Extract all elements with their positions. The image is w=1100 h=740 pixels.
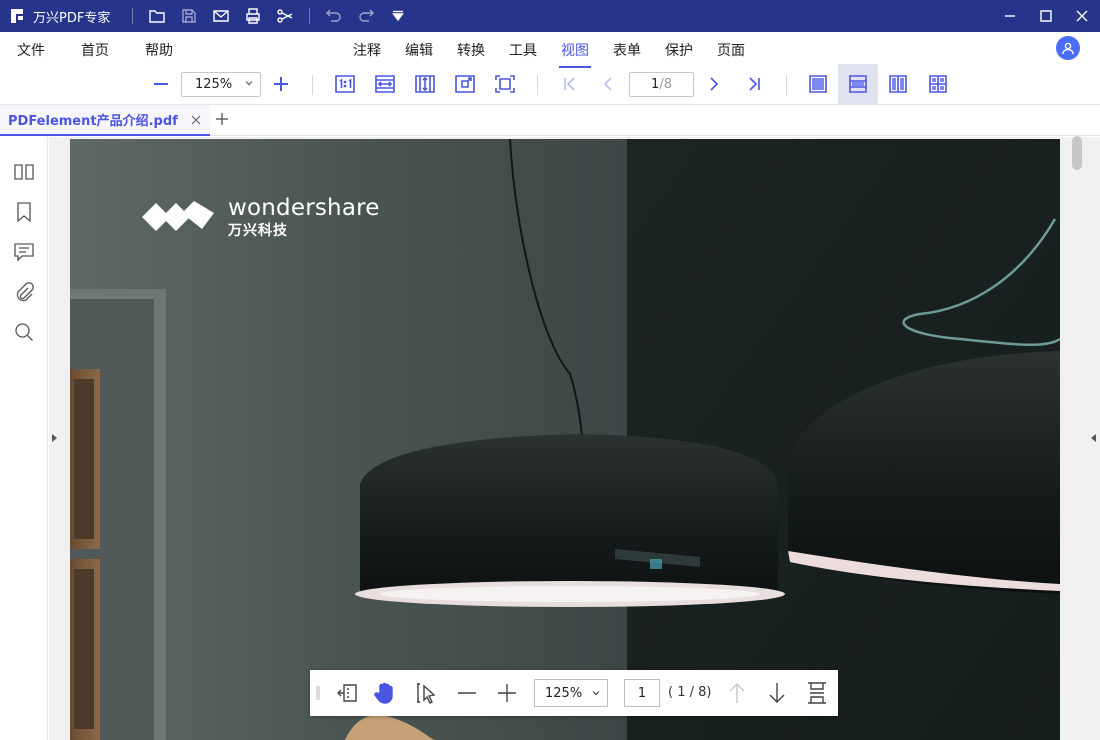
menu-edit[interactable]: 编辑 bbox=[405, 40, 433, 60]
fit-page-icon[interactable] bbox=[453, 64, 477, 104]
menu-bar: 文件 首页 帮助 注释 编辑 转换 工具 视图 表单 保护 页面 bbox=[0, 32, 1100, 68]
hand-tool-icon[interactable] bbox=[372, 670, 398, 716]
expand-right-panel-icon[interactable] bbox=[1089, 433, 1097, 443]
menu-page[interactable]: 页面 bbox=[717, 40, 745, 60]
window-controls bbox=[992, 0, 1100, 32]
floating-zoom-in-icon[interactable] bbox=[494, 670, 520, 716]
minimize-button[interactable] bbox=[992, 0, 1028, 32]
menu-tools[interactable]: 工具 bbox=[509, 40, 537, 60]
undo-button[interactable] bbox=[318, 0, 350, 32]
single-page-continuous-icon[interactable] bbox=[838, 64, 878, 104]
two-page-continuous-icon[interactable] bbox=[926, 64, 950, 104]
select-tool-icon[interactable] bbox=[414, 670, 440, 716]
menu-protect[interactable]: 保护 bbox=[665, 40, 693, 60]
title-separator bbox=[132, 8, 134, 24]
menu-file[interactable]: 文件 bbox=[17, 40, 45, 60]
chevron-down-icon bbox=[592, 691, 600, 696]
quick-access-dropdown-icon[interactable] bbox=[382, 0, 414, 32]
search-icon[interactable] bbox=[12, 320, 36, 344]
print-button[interactable] bbox=[237, 0, 269, 32]
floating-zoom-select[interactable]: 125% bbox=[534, 679, 608, 707]
left-sidebar bbox=[0, 137, 48, 740]
menu-view[interactable]: 视图 bbox=[559, 40, 591, 68]
floating-page-value: 1 bbox=[637, 685, 647, 701]
page-number-input[interactable]: 1 /8 bbox=[629, 72, 694, 97]
attachment-icon[interactable] bbox=[12, 280, 36, 304]
last-page-icon[interactable] bbox=[742, 64, 766, 104]
toolbar-separator-3 bbox=[786, 75, 787, 95]
menu-convert[interactable]: 转换 bbox=[457, 40, 485, 60]
floating-previous-page-icon[interactable] bbox=[724, 670, 750, 716]
toolbar-separator-2 bbox=[537, 75, 538, 95]
vertical-scrollbar[interactable] bbox=[1072, 136, 1082, 170]
next-page-icon[interactable] bbox=[704, 64, 724, 104]
title-bar: 万兴PDF专家 bbox=[0, 0, 1100, 32]
fit-height-icon[interactable] bbox=[413, 64, 437, 104]
zoom-value: 125% bbox=[195, 77, 233, 92]
brand-name: wondershare bbox=[228, 195, 380, 221]
email-button[interactable] bbox=[205, 0, 237, 32]
zoom-in-icon[interactable] bbox=[270, 64, 292, 104]
wondershare-logo-icon bbox=[142, 200, 214, 231]
menu-comment[interactable]: 注释 bbox=[353, 40, 381, 60]
fit-width-icon[interactable] bbox=[373, 64, 397, 104]
title-separator-2 bbox=[309, 8, 311, 24]
share-button[interactable] bbox=[269, 0, 301, 32]
user-avatar-icon[interactable] bbox=[1056, 36, 1080, 60]
close-icon[interactable] bbox=[190, 114, 202, 126]
zoom-out-icon[interactable] bbox=[150, 64, 172, 104]
comment-icon[interactable] bbox=[12, 240, 36, 264]
close-window-button[interactable] bbox=[1064, 0, 1100, 32]
app-logo-icon bbox=[8, 7, 26, 25]
view-toolbar: 125% 1 /8 bbox=[0, 64, 1100, 104]
document-tab-bar: PDFelement产品介绍.pdf bbox=[0, 104, 1100, 136]
bookmark-icon[interactable] bbox=[12, 200, 36, 224]
add-tab-icon[interactable] bbox=[214, 111, 230, 127]
thumbnails-icon[interactable] bbox=[12, 160, 36, 184]
brand-subtitle: 万兴科技 bbox=[228, 223, 288, 239]
floating-zoom-value: 125% bbox=[545, 685, 583, 701]
single-page-icon[interactable] bbox=[806, 64, 830, 104]
toolbar-separator bbox=[312, 75, 313, 95]
pdf-page: wondershare 万兴科技 bbox=[70, 139, 1060, 740]
two-page-icon[interactable] bbox=[886, 64, 910, 104]
chevron-down-icon bbox=[245, 81, 253, 86]
full-screen-icon[interactable] bbox=[493, 64, 517, 104]
maximize-button[interactable] bbox=[1028, 0, 1064, 32]
page-total: /8 bbox=[659, 77, 672, 92]
document-tab[interactable]: PDFelement产品介绍.pdf bbox=[0, 105, 210, 136]
floating-page-total: ( 1 / 8) bbox=[668, 685, 712, 700]
menu-home[interactable]: 首页 bbox=[81, 40, 109, 60]
floating-zoom-out-icon[interactable] bbox=[454, 670, 480, 716]
floating-toolbar: 125% 1 ( 1 / 8) bbox=[310, 670, 838, 716]
brand-logo: wondershare 万兴科技 bbox=[142, 197, 380, 240]
redo-button[interactable] bbox=[350, 0, 382, 32]
menu-form[interactable]: 表单 bbox=[613, 40, 641, 60]
floating-page-input[interactable]: 1 bbox=[624, 679, 660, 707]
first-page-icon[interactable] bbox=[558, 64, 582, 104]
panel-toggle-icon[interactable] bbox=[334, 670, 360, 716]
fit-height-icon[interactable] bbox=[804, 670, 830, 716]
drag-handle-icon[interactable] bbox=[314, 670, 322, 716]
save-button[interactable] bbox=[173, 0, 205, 32]
floating-next-page-icon[interactable] bbox=[764, 670, 790, 716]
expand-left-panel-icon[interactable] bbox=[51, 433, 59, 443]
document-viewport[interactable]: wondershare 万兴科技 bbox=[49, 137, 1100, 740]
actual-size-icon[interactable] bbox=[333, 64, 357, 104]
previous-page-icon[interactable] bbox=[598, 64, 618, 104]
document-tab-title: PDFelement产品介绍.pdf bbox=[8, 114, 178, 129]
menu-help[interactable]: 帮助 bbox=[145, 40, 173, 60]
zoom-select[interactable]: 125% bbox=[181, 72, 261, 97]
app-title: 万兴PDF专家 bbox=[33, 10, 111, 26]
open-folder-button[interactable] bbox=[141, 0, 173, 32]
page-current: 1 bbox=[651, 77, 660, 92]
